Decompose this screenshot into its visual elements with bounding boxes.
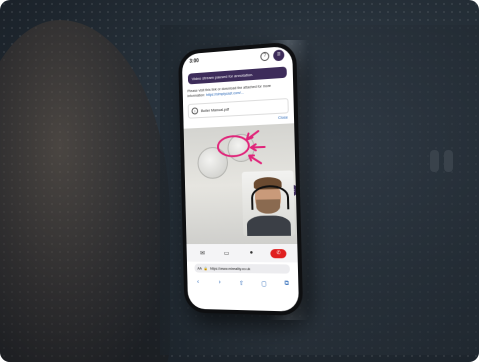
- smartphone: 3:00 ? ≡ Video stream paused for annotat…: [178, 41, 303, 316]
- camera-feed[interactable]: FC: [184, 123, 298, 244]
- call-toolbar: ✉ ▭ ● ✆: [187, 244, 298, 262]
- phone-screen: 3:00 ? ≡ Video stream paused for annotat…: [182, 46, 299, 312]
- text-size-button[interactable]: AA: [197, 266, 202, 270]
- annotation-arrow: [251, 144, 265, 151]
- video-icon[interactable]: ▭: [221, 247, 233, 259]
- annotation-circle: [218, 136, 249, 157]
- lock-icon: 🔒: [204, 266, 208, 270]
- share-icon[interactable]: ⇧: [236, 277, 248, 289]
- pip-shirt: [247, 215, 291, 236]
- boiler-knob: [430, 150, 439, 172]
- tabs-icon[interactable]: ⧉: [281, 278, 293, 290]
- end-call-button[interactable]: ✆: [270, 249, 286, 258]
- remote-video-pip[interactable]: [242, 170, 295, 236]
- status-time: 3:00: [189, 58, 199, 65]
- headset-icon: [251, 185, 289, 210]
- browser-nav-bar: ‹ › ⇧ ▢ ⧉: [187, 274, 298, 292]
- chat-icon[interactable]: ✉: [197, 247, 209, 259]
- info-icon: i: [191, 107, 198, 114]
- menu-icon[interactable]: ≡: [273, 49, 284, 61]
- annotation-arrow: [247, 131, 259, 140]
- hero-image: 3:00 ? ≡ Video stream paused for annotat…: [0, 0, 479, 362]
- mic-icon[interactable]: ●: [245, 247, 257, 259]
- browser-url-bar[interactable]: AA 🔒 https://www.mireality.co.uk: [194, 264, 290, 274]
- forward-icon[interactable]: ›: [214, 277, 226, 289]
- attachment-name: Boiler Manual.pdf: [201, 107, 229, 113]
- url-text: https://www.mireality.co.uk: [210, 266, 251, 270]
- boiler-knob: [444, 150, 453, 172]
- help-icon[interactable]: ?: [260, 51, 269, 61]
- bookmarks-icon[interactable]: ▢: [258, 277, 270, 289]
- back-icon[interactable]: ‹: [192, 276, 204, 288]
- annotation-arrow: [249, 155, 261, 163]
